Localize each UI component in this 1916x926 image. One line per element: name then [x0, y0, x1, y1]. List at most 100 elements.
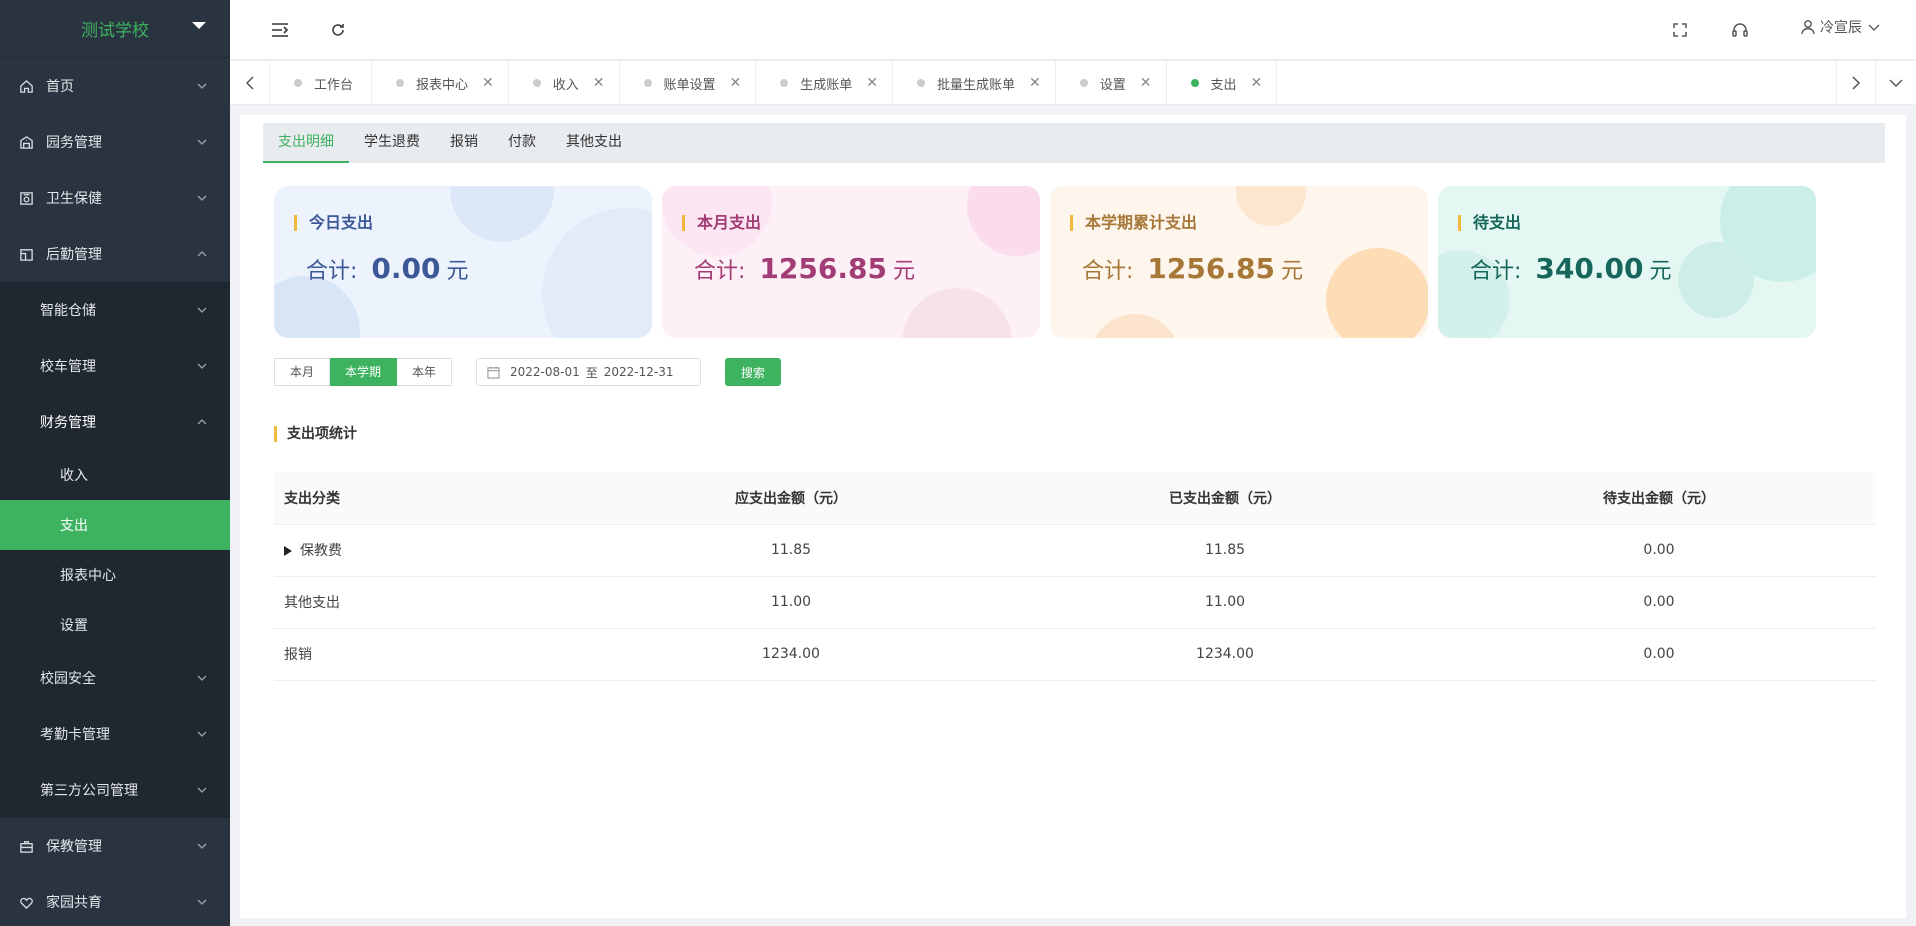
subtab-student-refund[interactable]: 学生退费 — [349, 123, 435, 163]
tab-batch-generate-bill[interactable]: 批量生成账单 ✕ — [893, 61, 1056, 105]
tab-workbench[interactable]: 工作台 — [270, 61, 373, 105]
table-row: 其他支出 11.00 11.00 0.00 — [274, 576, 1876, 629]
sidebar-item-care-education[interactable]: 保教管理 — [0, 818, 230, 874]
sidebar-item-settings[interactable]: 设置 — [0, 600, 230, 650]
chevron-down-icon — [197, 83, 207, 89]
start-date[interactable]: 2022-08-01 — [510, 365, 580, 379]
column-header: 待支出金额（元） — [1442, 472, 1876, 525]
sidebar-item-bus[interactable]: 校车管理 — [0, 338, 230, 394]
tab-bill-settings[interactable]: 账单设置 ✕ — [620, 61, 757, 105]
sidebar-item-label: 设置 — [60, 618, 88, 634]
table-cell: 报销 — [274, 628, 574, 681]
sidebar-item-warehouse[interactable]: 智能仓储 — [0, 282, 230, 338]
sidebar-item-logistics[interactable]: 后勤管理 — [0, 226, 230, 282]
tab-dot — [1079, 79, 1088, 87]
sidebar-item-label: 保教管理 — [46, 839, 102, 855]
table-cell: 11.00 — [574, 576, 1008, 629]
top-bar: 冷宣辰 — [230, 0, 1916, 60]
tab-dot — [532, 79, 541, 87]
chevron-down-icon — [197, 731, 207, 737]
search-button[interactable]: 搜索 — [725, 358, 781, 386]
sidebar-item-expense[interactable]: 支出 — [0, 500, 230, 550]
tab-label: 支出 — [1210, 77, 1237, 93]
sidebar-item-label: 第三方公司管理 — [40, 783, 138, 799]
section-title: 支出项统计 — [274, 426, 357, 442]
subtab-payment[interactable]: 付款 — [493, 123, 551, 163]
table-cell: 保教费 — [274, 524, 574, 577]
chevron-down-icon — [197, 675, 207, 681]
sidebar-item-finance[interactable]: 财务管理 — [0, 394, 230, 450]
logistics-icon — [18, 246, 34, 262]
decor-bubble — [1678, 242, 1754, 318]
sidebar-item-label: 家园共育 — [46, 895, 102, 911]
tab-report-center[interactable]: 报表中心 ✕ — [372, 61, 509, 105]
sidebar-item-health[interactable]: 卫生保健 — [0, 170, 230, 226]
table-row: 保教费 11.85 11.85 0.00 — [274, 524, 1876, 577]
card-title: 本学期累计支出 — [1070, 215, 1197, 231]
sidebar-item-third-party[interactable]: 第三方公司管理 — [0, 762, 230, 818]
menu-collapse-icon[interactable] — [270, 20, 290, 40]
tabs-scroll-left-icon[interactable] — [230, 61, 270, 105]
tab-generate-bill[interactable]: 生成账单 ✕ — [756, 61, 894, 105]
expand-icon[interactable] — [284, 546, 292, 556]
user-menu[interactable]: 冷宣辰 — [1800, 17, 1880, 37]
sidebar: 测试学校 首页 园务管理 卫生保健 后勤管理 智能仓储 校车管理 财务管理 收入… — [0, 0, 230, 926]
card-total-prefix: 合计: — [694, 259, 746, 284]
range-month-button[interactable]: 本月 — [274, 358, 331, 386]
refresh-icon[interactable] — [328, 20, 348, 40]
fullscreen-icon[interactable] — [1670, 20, 1690, 40]
subtab-expense-detail[interactable]: 支出明细 — [263, 123, 349, 163]
school-switcher[interactable]: 测试学校 — [0, 0, 230, 58]
range-year-button[interactable]: 本年 — [397, 358, 453, 386]
subtab-other-expense[interactable]: 其他支出 — [551, 123, 637, 163]
card-total-prefix: 合计: — [1470, 259, 1522, 284]
card-total-unit: 元 — [1649, 259, 1672, 284]
sidebar-item-label: 校园安全 — [40, 671, 96, 687]
close-icon[interactable]: ✕ — [482, 75, 494, 91]
tab-label: 批量生成账单 — [937, 77, 1016, 93]
table-cell: 1234.00 — [574, 628, 1008, 681]
close-icon[interactable]: ✕ — [1251, 75, 1263, 91]
sidebar-item-income[interactable]: 收入 — [0, 450, 230, 500]
card-total-prefix: 合计: — [1082, 259, 1134, 284]
sidebar-item-campus-safety[interactable]: 校园安全 — [0, 650, 230, 706]
submenu-logistics: 智能仓储 校车管理 财务管理 收入 支出 报表中心 设置 校园安全 考勤卡管理 … — [0, 282, 230, 818]
end-date[interactable]: 2022-12-31 — [604, 365, 674, 379]
tabs-scroll-right-icon[interactable] — [1836, 61, 1876, 105]
chevron-down-icon — [197, 139, 207, 145]
sidebar-item-home-school[interactable]: 家园共育 — [0, 874, 230, 926]
tab-settings[interactable]: 设置 ✕ — [1056, 61, 1167, 105]
sidebar-item-label: 考勤卡管理 — [40, 727, 110, 743]
card-title: 今日支出 — [294, 215, 373, 231]
sidebar-item-label: 首页 — [46, 79, 74, 95]
table-cell: 0.00 — [1442, 524, 1876, 577]
stat-card-today: 今日支出 合计: 0.00 元 — [274, 186, 652, 338]
subtab-reimbursement[interactable]: 报销 — [435, 123, 493, 163]
close-icon[interactable]: ✕ — [593, 75, 605, 91]
tab-income[interactable]: 收入 ✕ — [509, 61, 620, 105]
tab-expense[interactable]: 支出 ✕ — [1167, 61, 1278, 105]
sidebar-item-admin[interactable]: 园务管理 — [0, 114, 230, 170]
range-semester-button[interactable]: 本学期 — [330, 358, 398, 386]
chevron-down-icon — [197, 307, 207, 313]
sidebar-item-home[interactable]: 首页 — [0, 58, 230, 114]
sidebar-item-attendance-card[interactable]: 考勤卡管理 — [0, 706, 230, 762]
headset-icon[interactable] — [1730, 20, 1750, 40]
tabs-dropdown-icon[interactable] — [1876, 61, 1916, 105]
user-icon — [1801, 20, 1815, 35]
sidebar-item-label: 园务管理 — [46, 135, 102, 151]
close-icon[interactable]: ✕ — [1029, 75, 1041, 91]
card-total-value: 1256.85 — [759, 252, 887, 285]
table-row: 报销 1234.00 1234.00 0.00 — [274, 628, 1876, 681]
caret-down-icon[interactable] — [192, 22, 206, 29]
sidebar-item-label: 校车管理 — [40, 359, 96, 375]
close-icon[interactable]: ✕ — [1140, 75, 1152, 91]
sidebar-item-label: 卫生保健 — [46, 191, 102, 207]
chevron-down-icon — [197, 899, 207, 905]
sidebar-item-label: 智能仓储 — [40, 303, 96, 319]
close-icon[interactable]: ✕ — [730, 75, 742, 91]
date-range-picker[interactable]: 2022-08-01 至 2022-12-31 — [476, 358, 701, 386]
table-cell: 其他支出 — [274, 576, 574, 629]
close-icon[interactable]: ✕ — [866, 75, 878, 91]
sidebar-item-reports[interactable]: 报表中心 — [0, 550, 230, 600]
